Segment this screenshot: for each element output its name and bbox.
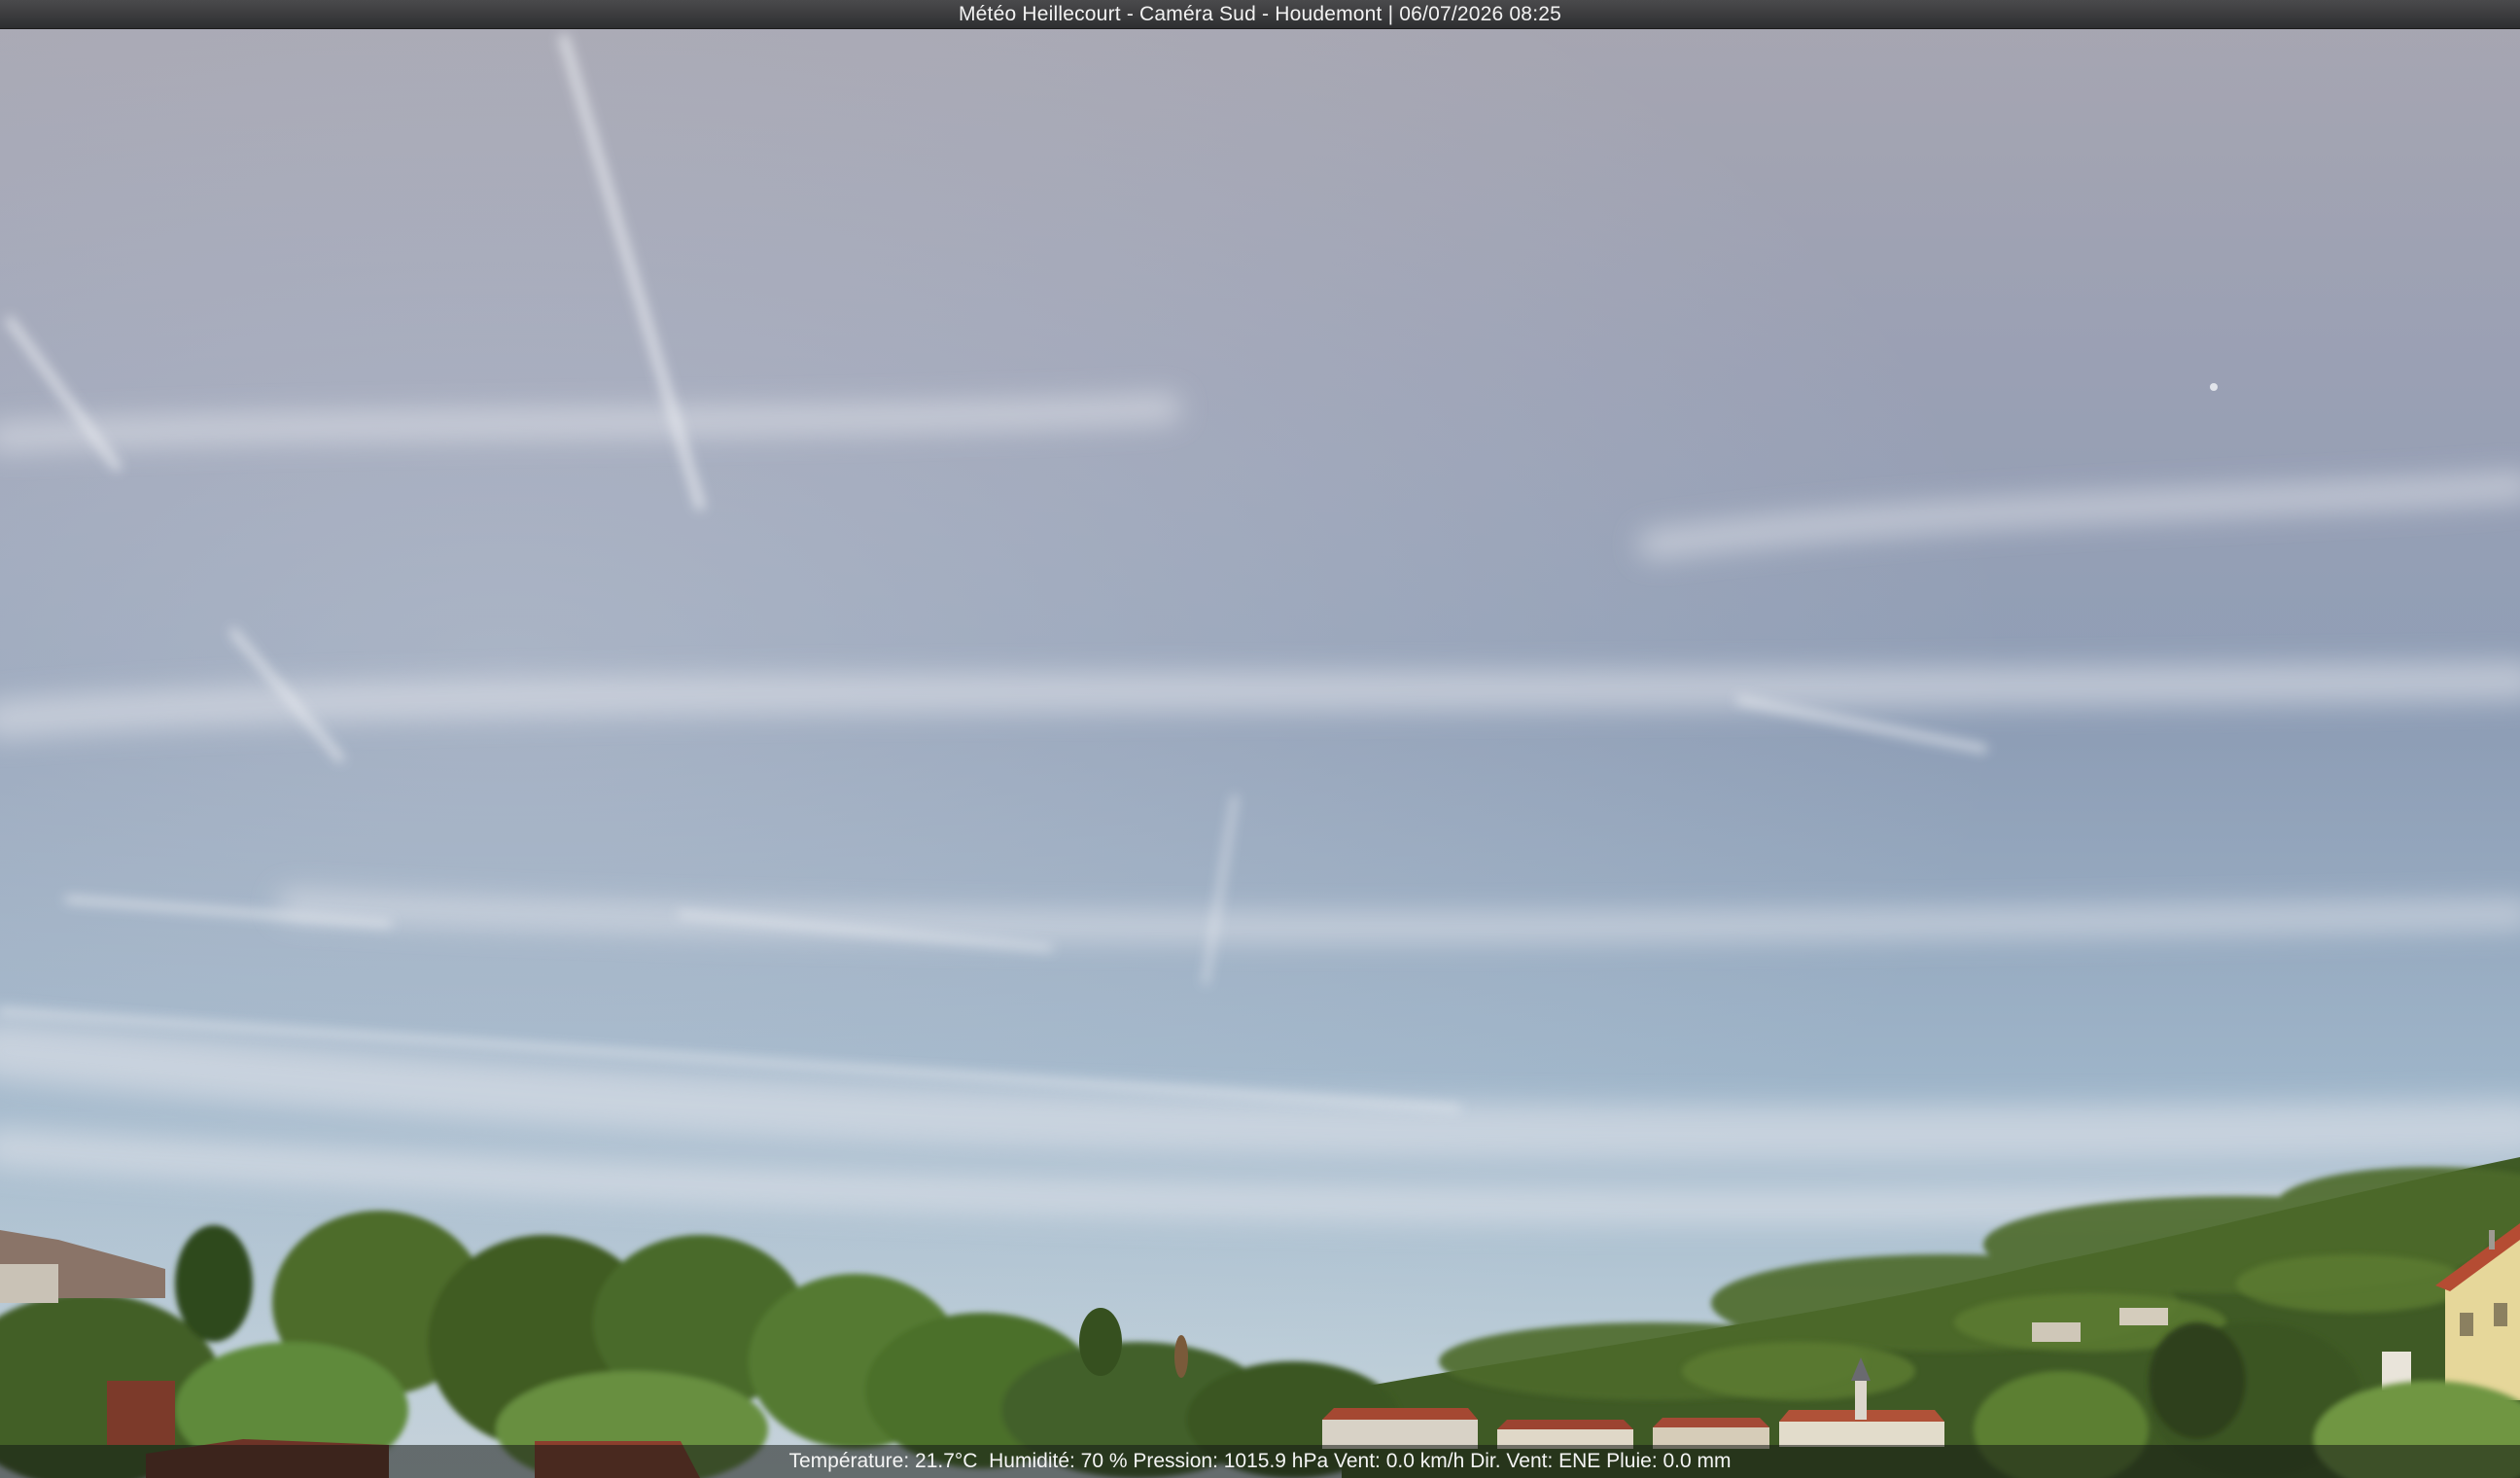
weather-info-bar: Température: 21.7°C Humidité: 70 % Press… (0, 1445, 2520, 1478)
moon (2210, 383, 2218, 391)
weather-readout: Température: 21.7°C Humidité: 70 % Press… (788, 1450, 1732, 1472)
camera-title-bar: Météo Heillecourt - Caméra Sud - Houdemo… (0, 0, 2520, 29)
webcam-frame: Météo Heillecourt - Caméra Sud - Houdemo… (0, 0, 2520, 1478)
webcam-image (0, 0, 2520, 1478)
camera-title: Météo Heillecourt - Caméra Sud - Houdemo… (958, 3, 1561, 25)
